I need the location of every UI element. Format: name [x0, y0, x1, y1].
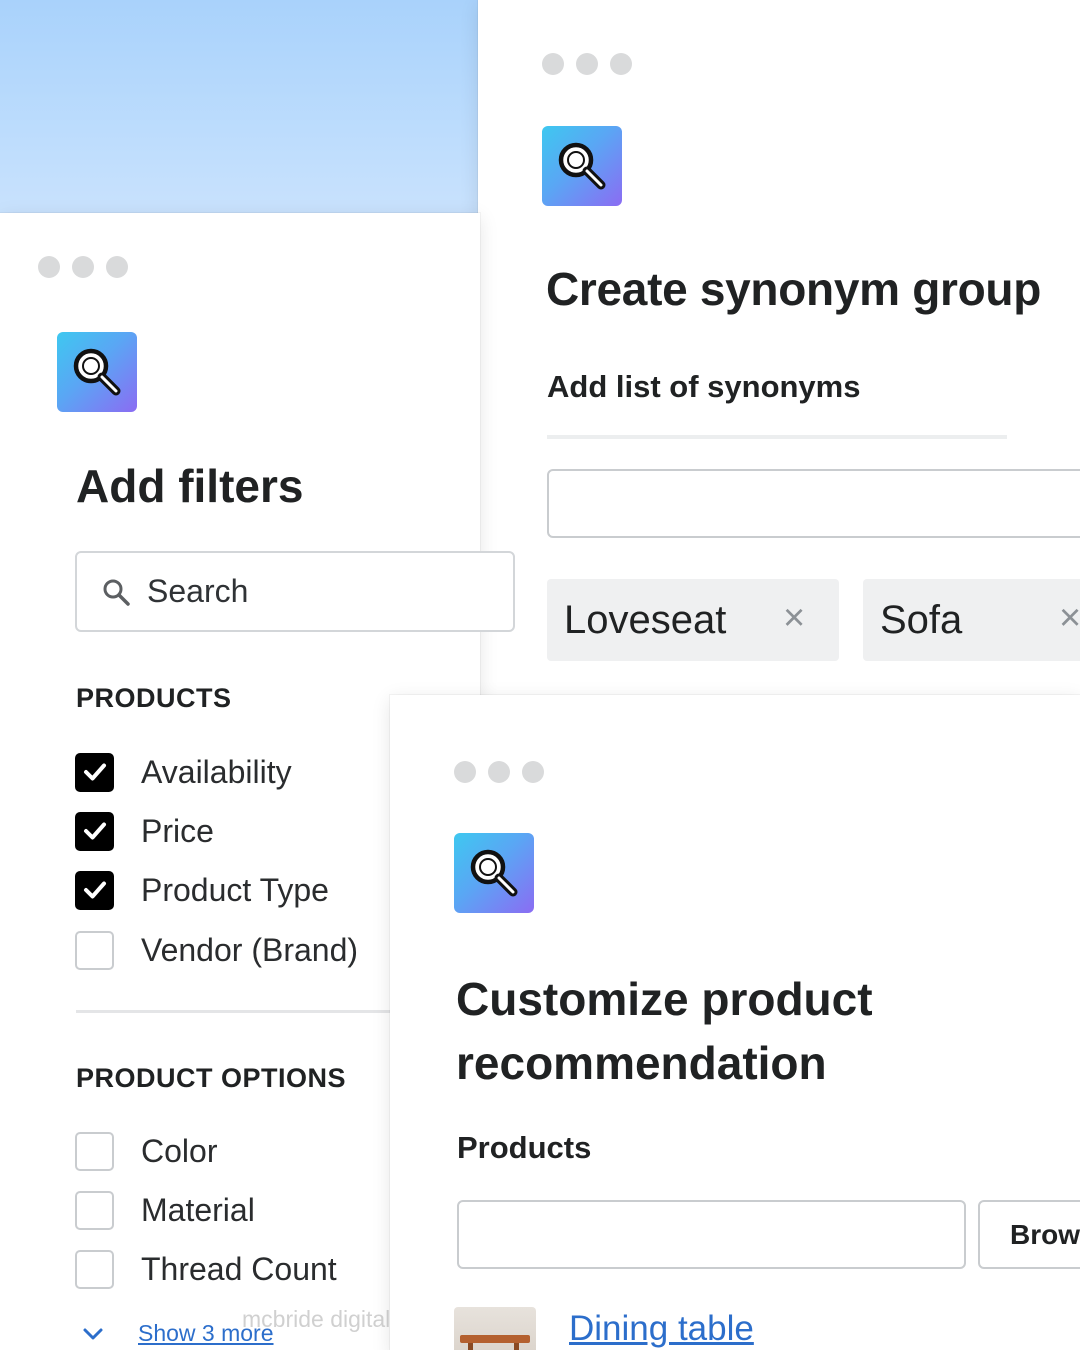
header-background: [0, 0, 480, 215]
window-dot[interactable]: [106, 256, 128, 278]
checkbox-label: Availability: [141, 753, 292, 790]
checkmark-icon: [83, 763, 106, 781]
page-title: Customize product recommendation: [456, 973, 873, 1089]
search-icon: [542, 126, 622, 206]
product-thumbnail: [454, 1307, 536, 1350]
checkbox-unchecked[interactable]: [75, 1249, 114, 1289]
synonym-group-panel: Create synonym group Add list of synonym…: [478, 0, 1080, 700]
show-more-toggle[interactable]: Show 3 more: [80, 1320, 274, 1347]
checkbox-label: Color: [141, 1132, 218, 1169]
checkbox-checked[interactable]: [75, 811, 114, 851]
search-icon: [57, 332, 137, 412]
section-label: Add list of synonyms: [547, 369, 861, 404]
filter-material[interactable]: Material: [75, 1190, 255, 1230]
synonym-input[interactable]: [547, 469, 1080, 538]
window-dot[interactable]: [454, 761, 476, 783]
checkbox-checked[interactable]: [75, 752, 114, 792]
synonym-tag: Sofa ×: [863, 579, 1080, 661]
checkmark-icon: [83, 822, 106, 840]
checkbox-label: Product Type: [141, 871, 329, 908]
window-controls: [454, 761, 544, 783]
window-controls: [38, 256, 128, 278]
checkbox-label: Price: [141, 812, 214, 849]
window-dot[interactable]: [72, 256, 94, 278]
window-dot[interactable]: [576, 53, 598, 75]
checkbox-unchecked[interactable]: [75, 1131, 114, 1171]
checkbox-label: Material: [141, 1191, 255, 1228]
chevron-down-icon: [83, 1328, 103, 1339]
filter-availability[interactable]: Availability: [75, 752, 292, 792]
synonym-tag: Loveseat ×: [547, 579, 839, 661]
window-dot[interactable]: [542, 53, 564, 75]
checkbox-label: Vendor (Brand): [141, 931, 359, 968]
checkmark-icon: [83, 881, 106, 899]
page-title: Add filters: [76, 460, 304, 512]
browse-button[interactable]: Browse: [978, 1200, 1080, 1269]
checkbox-unchecked[interactable]: [75, 930, 114, 970]
tag-label: Loveseat: [564, 597, 727, 642]
checkbox-label: Thread Count: [141, 1250, 337, 1287]
recommendation-panel: Customize product recommendation Product…: [390, 695, 1080, 1350]
section-label: Products: [457, 1130, 592, 1165]
canvas: Create synonym group Add list of synonym…: [0, 0, 1080, 1350]
filter-color[interactable]: Color: [75, 1131, 217, 1171]
window-dot[interactable]: [522, 761, 544, 783]
window-controls: [542, 53, 632, 75]
show-more-link[interactable]: Show 3 more: [138, 1320, 274, 1347]
section-title-products: PRODUCTS: [76, 683, 232, 713]
close-icon[interactable]: ×: [783, 599, 805, 637]
filter-product-type[interactable]: Product Type: [75, 870, 329, 910]
search-field[interactable]: [75, 551, 515, 632]
search-icon: [454, 833, 534, 913]
close-icon[interactable]: ×: [1059, 599, 1080, 637]
page-title: Create synonym group: [546, 263, 1041, 315]
tag-label: Sofa: [880, 597, 963, 642]
filter-price[interactable]: Price: [75, 811, 214, 851]
section-title-product-options: PRODUCT OPTIONS: [76, 1063, 347, 1093]
search-input[interactable]: [147, 573, 427, 610]
window-dot[interactable]: [38, 256, 60, 278]
checkbox-checked[interactable]: [75, 870, 114, 910]
filter-vendor[interactable]: Vendor (Brand): [75, 930, 358, 970]
window-dot[interactable]: [610, 53, 632, 75]
product-input[interactable]: [457, 1200, 966, 1269]
divider: [547, 435, 1007, 439]
product-link[interactable]: Dining table: [569, 1309, 754, 1349]
search-icon: [103, 579, 130, 606]
checkbox-unchecked[interactable]: [75, 1190, 114, 1230]
window-dot[interactable]: [488, 761, 510, 783]
filter-thread-count[interactable]: Thread Count: [75, 1249, 337, 1289]
